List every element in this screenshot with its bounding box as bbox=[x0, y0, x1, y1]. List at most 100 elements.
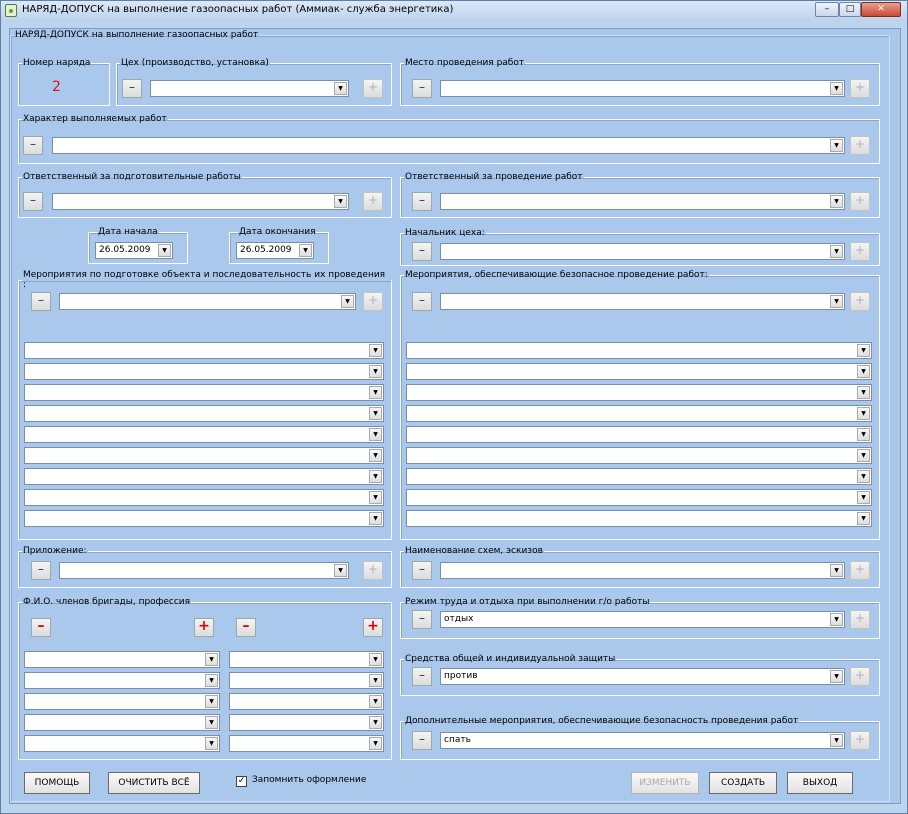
remember-checkbox[interactable]: ✓ bbox=[236, 776, 247, 787]
dropdown-arrow-icon[interactable]: ▼ bbox=[205, 737, 218, 750]
list-item-combo[interactable]: ▼ bbox=[24, 426, 384, 443]
dropdown-arrow-icon[interactable]: ▼ bbox=[369, 470, 382, 483]
dropdown-arrow-icon[interactable]: ▼ bbox=[369, 449, 382, 462]
dropdown-arrow-icon[interactable]: ▼ bbox=[341, 295, 354, 308]
resp-prep-remove-button[interactable]: – bbox=[23, 192, 43, 211]
dropdown-arrow-icon[interactable]: ▼ bbox=[369, 653, 382, 666]
dropdown-arrow-icon[interactable]: ▼ bbox=[857, 491, 870, 504]
character-combo[interactable]: ▼ bbox=[52, 137, 845, 154]
resp-prep-add-button[interactable]: + bbox=[363, 192, 383, 211]
list-item-combo[interactable]: ▼ bbox=[24, 405, 384, 422]
dropdown-arrow-icon[interactable]: ▼ bbox=[857, 512, 870, 525]
list-item-combo[interactable]: ▼ bbox=[406, 363, 872, 380]
protection-combo[interactable]: против ▼ bbox=[440, 668, 845, 685]
list-item-combo[interactable]: ▼ bbox=[24, 510, 384, 527]
chief-combo[interactable]: ▼ bbox=[440, 243, 845, 260]
minimize-button[interactable]: – bbox=[815, 2, 839, 17]
protection-remove-button[interactable]: – bbox=[412, 667, 432, 686]
chief-remove-button[interactable]: – bbox=[412, 242, 432, 261]
extra-add-button[interactable]: + bbox=[850, 731, 870, 750]
list-item-combo[interactable]: ▼ bbox=[406, 405, 872, 422]
dropdown-arrow-icon[interactable]: ▼ bbox=[830, 139, 843, 152]
dropdown-arrow-icon[interactable]: ▼ bbox=[334, 82, 347, 95]
list-item-combo[interactable]: ▼ bbox=[24, 714, 220, 731]
measures-safe-combo[interactable]: ▼ bbox=[440, 293, 845, 310]
dropdown-arrow-icon[interactable]: ▼ bbox=[369, 716, 382, 729]
workshop-remove-button[interactable]: – bbox=[122, 79, 142, 98]
dropdown-arrow-icon[interactable]: ▼ bbox=[158, 244, 171, 257]
schemes-combo[interactable]: ▼ bbox=[440, 562, 845, 579]
dropdown-arrow-icon[interactable]: ▼ bbox=[369, 386, 382, 399]
list-item-combo[interactable]: ▼ bbox=[24, 468, 384, 485]
dropdown-arrow-icon[interactable]: ▼ bbox=[369, 344, 382, 357]
place-combo[interactable]: ▼ bbox=[440, 80, 845, 97]
list-item-combo[interactable]: ▼ bbox=[229, 651, 384, 668]
dropdown-arrow-icon[interactable]: ▼ bbox=[857, 386, 870, 399]
list-item-combo[interactable]: ▼ bbox=[229, 693, 384, 710]
measures-prep-add-button[interactable]: + bbox=[363, 292, 383, 311]
dropdown-arrow-icon[interactable]: ▼ bbox=[369, 491, 382, 504]
list-item-combo[interactable]: ▼ bbox=[24, 342, 384, 359]
list-item-combo[interactable]: ▼ bbox=[406, 384, 872, 401]
resp-work-remove-button[interactable]: – bbox=[412, 192, 432, 211]
clear-all-button[interactable]: ОЧИСТИТЬ ВСЁ bbox=[108, 772, 200, 794]
dropdown-arrow-icon[interactable]: ▼ bbox=[830, 82, 843, 95]
extra-remove-button[interactable]: – bbox=[412, 731, 432, 750]
list-item-combo[interactable]: ▼ bbox=[24, 447, 384, 464]
dropdown-arrow-icon[interactable]: ▼ bbox=[830, 613, 843, 626]
dropdown-arrow-icon[interactable]: ▼ bbox=[857, 407, 870, 420]
dropdown-arrow-icon[interactable]: ▼ bbox=[857, 449, 870, 462]
protection-add-button[interactable]: + bbox=[850, 667, 870, 686]
list-item-combo[interactable]: ▼ bbox=[406, 426, 872, 443]
help-button[interactable]: ПОМОЩЬ bbox=[24, 772, 90, 794]
brigade-left-add-button[interactable]: + bbox=[194, 618, 214, 637]
dropdown-arrow-icon[interactable]: ▼ bbox=[830, 564, 843, 577]
list-item-combo[interactable]: ▼ bbox=[24, 384, 384, 401]
regime-remove-button[interactable]: – bbox=[412, 610, 432, 629]
measures-prep-combo[interactable]: ▼ bbox=[59, 293, 356, 310]
resp-prep-combo[interactable]: ▼ bbox=[52, 193, 349, 210]
list-item-combo[interactable]: ▼ bbox=[24, 693, 220, 710]
dropdown-arrow-icon[interactable]: ▼ bbox=[857, 365, 870, 378]
dropdown-arrow-icon[interactable]: ▼ bbox=[857, 344, 870, 357]
dropdown-arrow-icon[interactable]: ▼ bbox=[369, 428, 382, 441]
dropdown-arrow-icon[interactable]: ▼ bbox=[857, 470, 870, 483]
workshop-combo[interactable]: ▼ bbox=[150, 80, 349, 97]
list-item-combo[interactable]: ▼ bbox=[24, 672, 220, 689]
list-item-combo[interactable]: ▼ bbox=[24, 489, 384, 506]
resp-work-combo[interactable]: ▼ bbox=[440, 193, 845, 210]
dropdown-arrow-icon[interactable]: ▼ bbox=[830, 295, 843, 308]
exit-button[interactable]: ВЫХОД bbox=[787, 772, 853, 794]
list-item-combo[interactable]: ▼ bbox=[229, 672, 384, 689]
dropdown-arrow-icon[interactable]: ▼ bbox=[369, 407, 382, 420]
brigade-right-remove-button[interactable]: – bbox=[236, 618, 256, 637]
dropdown-arrow-icon[interactable]: ▼ bbox=[205, 653, 218, 666]
dropdown-arrow-icon[interactable]: ▼ bbox=[369, 365, 382, 378]
dropdown-arrow-icon[interactable]: ▼ bbox=[334, 564, 347, 577]
dropdown-arrow-icon[interactable]: ▼ bbox=[369, 695, 382, 708]
measures-prep-remove-button[interactable]: – bbox=[31, 292, 51, 311]
measures-safe-add-button[interactable]: + bbox=[850, 292, 870, 311]
dropdown-arrow-icon[interactable]: ▼ bbox=[830, 195, 843, 208]
dropdown-arrow-icon[interactable]: ▼ bbox=[205, 716, 218, 729]
maximize-button[interactable]: □ bbox=[839, 2, 861, 17]
dropdown-arrow-icon[interactable]: ▼ bbox=[205, 695, 218, 708]
list-item-combo[interactable]: ▼ bbox=[229, 735, 384, 752]
create-button[interactable]: СОЗДАТЬ bbox=[709, 772, 777, 794]
dropdown-arrow-icon[interactable]: ▼ bbox=[369, 512, 382, 525]
schemes-add-button[interactable]: + bbox=[850, 561, 870, 580]
workshop-add-button[interactable]: + bbox=[363, 79, 383, 98]
regime-combo[interactable]: отдых ▼ bbox=[440, 611, 845, 628]
place-remove-button[interactable]: – bbox=[412, 79, 432, 98]
schemes-remove-button[interactable]: – bbox=[412, 561, 432, 580]
dropdown-arrow-icon[interactable]: ▼ bbox=[830, 670, 843, 683]
date-end-picker[interactable]: 26.05.2009 ▼ bbox=[236, 242, 314, 259]
list-item-combo[interactable]: ▼ bbox=[24, 651, 220, 668]
regime-add-button[interactable]: + bbox=[850, 610, 870, 629]
list-item-combo[interactable]: ▼ bbox=[406, 468, 872, 485]
list-item-combo[interactable]: ▼ bbox=[406, 447, 872, 464]
appendix-add-button[interactable]: + bbox=[363, 561, 383, 580]
change-button[interactable]: ИЗМЕНИТЬ bbox=[631, 772, 699, 794]
dropdown-arrow-icon[interactable]: ▼ bbox=[205, 674, 218, 687]
list-item-combo[interactable]: ▼ bbox=[24, 363, 384, 380]
